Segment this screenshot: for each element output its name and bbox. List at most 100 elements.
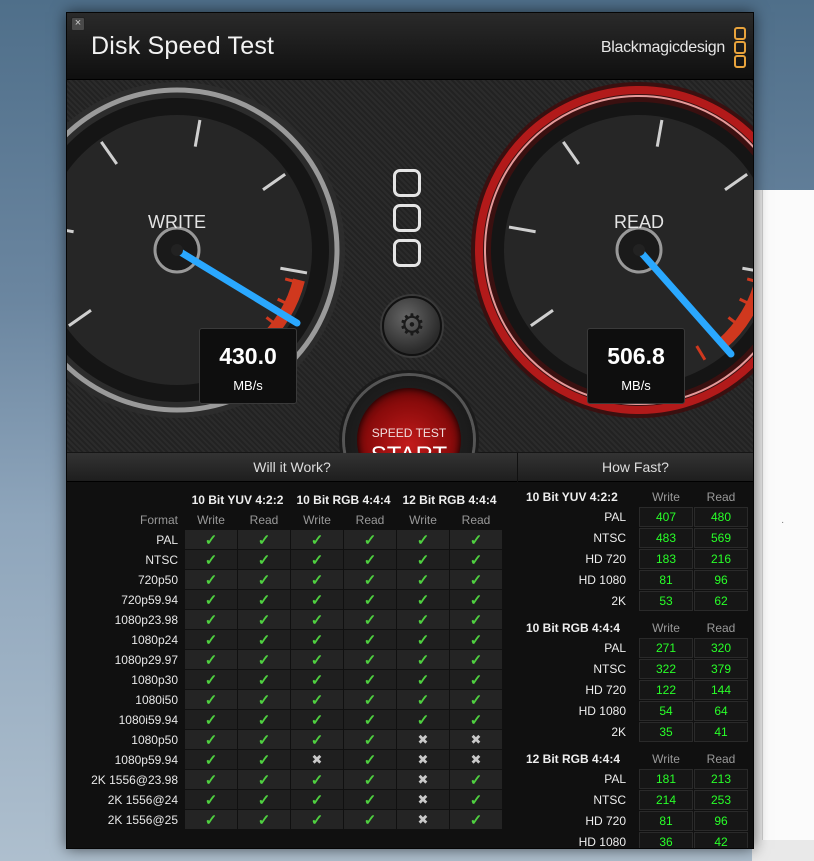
result-cell: ✓ — [185, 590, 237, 609]
read-col-header: Read — [355, 512, 385, 527]
cross-icon: ✖ — [417, 811, 429, 827]
checkmark-icon: ✓ — [204, 591, 218, 609]
result-cell: ✓ — [291, 550, 343, 569]
will-it-work-header: Will it Work? — [67, 453, 517, 482]
result-cell: ✓ — [397, 590, 449, 609]
write-col-header: Write — [652, 490, 680, 504]
checkmark-icon: ✓ — [416, 631, 430, 649]
result-cell: ✓ — [450, 530, 502, 549]
checkmark-icon: ✓ — [204, 711, 218, 729]
write-fps-value: 181 — [639, 769, 693, 789]
result-cell: ✖ — [397, 730, 449, 749]
result-cell: ✓ — [185, 570, 237, 589]
checkmark-icon: ✓ — [310, 731, 324, 749]
format-label: HD 720 — [585, 552, 626, 566]
checkmark-icon: ✓ — [310, 791, 324, 809]
checkmark-icon: ✓ — [204, 751, 218, 769]
result-cell: ✓ — [344, 790, 396, 809]
checkmark-icon: ✓ — [469, 691, 483, 709]
speed-row: HD 1080 36 42 — [526, 832, 748, 848]
result-cell: ✓ — [344, 630, 396, 649]
result-cell: ✓ — [450, 810, 502, 829]
checkmark-icon: ✓ — [257, 611, 271, 629]
format-label: 2K 1556@24 — [107, 792, 178, 807]
close-button[interactable]: × — [71, 17, 85, 31]
result-cell: ✓ — [344, 670, 396, 689]
result-cell: ✓ — [185, 710, 237, 729]
write-col-header: Write — [652, 621, 680, 635]
result-cell: ✓ — [238, 630, 290, 649]
cross-icon: ✖ — [417, 771, 429, 787]
format-label: 1080p29.97 — [114, 652, 178, 667]
format-label: 1080p23.98 — [114, 612, 178, 627]
group-header: 12 Bit RGB 4:4:4 — [526, 752, 621, 766]
format-label: NTSC — [593, 662, 626, 676]
read-speed-unit: MB/s — [621, 378, 651, 393]
format-label: 1080i50 — [135, 692, 178, 707]
speed-row: NTSC 322 379 — [526, 659, 748, 679]
read-fps-value: 253 — [694, 790, 748, 810]
checkmark-icon: ✓ — [310, 671, 324, 689]
checkmark-icon: ✓ — [204, 551, 218, 569]
format-label: NTSC — [593, 531, 626, 545]
result-cell: ✓ — [344, 610, 396, 629]
result-cell: ✓ — [185, 630, 237, 649]
write-readout: 430.0 MB/s — [199, 328, 297, 404]
format-row: 720p50 ✓ ✓ ✓ ✓ ✓ ✓ — [74, 570, 502, 589]
checkmark-icon: ✓ — [257, 571, 271, 589]
write-gauge-label: WRITE — [148, 212, 206, 232]
read-fps-value: 96 — [694, 570, 748, 590]
result-cell: ✓ — [344, 590, 396, 609]
result-cell: ✓ — [450, 590, 502, 609]
checkmark-icon: ✓ — [310, 591, 324, 609]
write-speed-value: 430.0 — [219, 343, 277, 369]
group-header: 12 Bit RGB 4:4:4 — [402, 492, 497, 507]
result-cell: ✓ — [291, 570, 343, 589]
checkmark-icon: ✓ — [204, 611, 218, 629]
checkmark-icon: ✓ — [363, 711, 377, 729]
format-row: 1080p23.98 ✓ ✓ ✓ ✓ ✓ ✓ — [74, 610, 502, 629]
format-label: PAL — [604, 772, 626, 786]
checkmark-icon: ✓ — [257, 691, 271, 709]
checkmark-icon: ✓ — [363, 531, 377, 549]
result-cell: ✓ — [344, 810, 396, 829]
result-cell: ✓ — [450, 610, 502, 629]
checkmark-icon: ✓ — [469, 631, 483, 649]
speed-row: 2K 35 41 — [526, 722, 748, 742]
checkmark-icon: ✓ — [363, 651, 377, 669]
checkmark-icon: ✓ — [204, 631, 218, 649]
cross-icon: ✖ — [470, 751, 482, 767]
result-cell: ✓ — [291, 730, 343, 749]
read-gauge-label: READ — [613, 212, 664, 232]
format-row: PAL ✓ ✓ ✓ ✓ ✓ ✓ — [74, 530, 502, 549]
read-fps-value: 216 — [694, 549, 748, 569]
format-label: PAL — [604, 510, 626, 524]
result-cell: ✓ — [450, 690, 502, 709]
format-row: 1080p24 ✓ ✓ ✓ ✓ ✓ ✓ — [74, 630, 502, 649]
checkmark-icon: ✓ — [363, 771, 377, 789]
gear-icon: ⚙ — [398, 309, 426, 342]
speed-row: PAL 181 213 — [526, 769, 748, 789]
title-bar[interactable]: × Disk Speed Test Blackmagicdesign — [67, 13, 753, 80]
write-fps-value: 36 — [639, 832, 693, 848]
format-label: HD 1080 — [578, 573, 626, 587]
checkmark-icon: ✓ — [310, 811, 324, 829]
result-cell: ✓ — [238, 650, 290, 669]
result-cell: ✓ — [397, 710, 449, 729]
result-cell: ✓ — [397, 570, 449, 589]
write-fps-value: 214 — [639, 790, 693, 810]
result-cell: ✓ — [238, 690, 290, 709]
brand-logo-icon — [734, 27, 746, 69]
result-cell: ✓ — [185, 730, 237, 749]
result-cell: ✓ — [450, 790, 502, 809]
settings-button[interactable]: ⚙ — [382, 296, 442, 356]
checkmark-icon: ✓ — [204, 811, 218, 829]
cross-icon: ✖ — [311, 751, 323, 767]
background-window-mark: · — [781, 517, 785, 528]
read-col-header: Read — [706, 621, 736, 635]
checkmark-icon: ✓ — [416, 651, 430, 669]
result-cell: ✓ — [344, 530, 396, 549]
result-cell: ✓ — [344, 650, 396, 669]
result-cell: ✓ — [185, 690, 237, 709]
write-col-header: Write — [409, 512, 437, 527]
